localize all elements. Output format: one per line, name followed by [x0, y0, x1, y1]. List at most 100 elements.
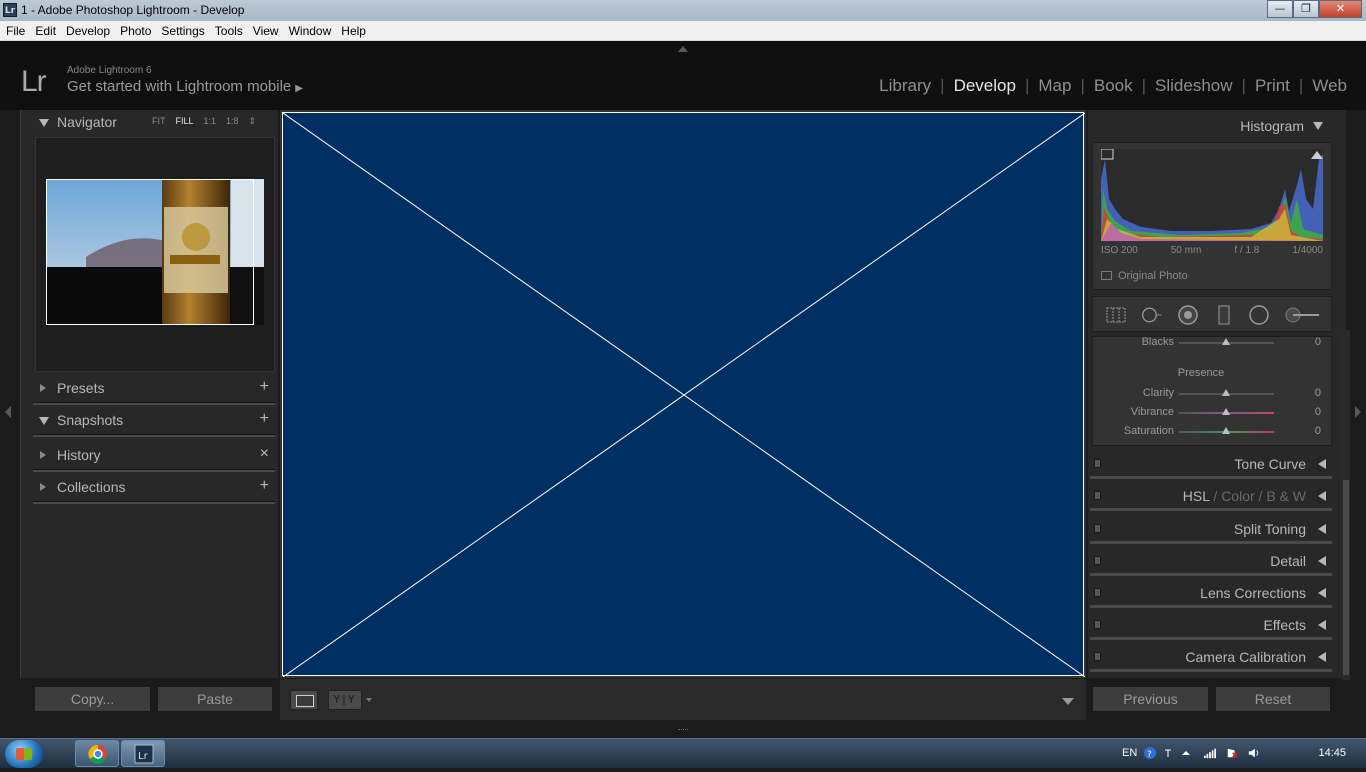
collections-header[interactable]: Collections + — [21, 475, 279, 501]
maximize-button[interactable]: ❐ — [1293, 0, 1319, 18]
taskbar-clock[interactable]: 14:45 — [1318, 747, 1346, 759]
effects-panel-header[interactable]: Effects — [1090, 610, 1332, 640]
clarity-slider-handle[interactable] — [1222, 389, 1230, 396]
hsl-panel-header[interactable]: HSL / Color / B & W — [1090, 481, 1332, 511]
scrollbar-thumb[interactable] — [1343, 480, 1349, 675]
panel-toggle-switch-icon[interactable] — [1094, 524, 1101, 533]
module-slideshow[interactable]: Slideshow — [1148, 76, 1240, 96]
saturation-slider-handle[interactable] — [1222, 427, 1230, 434]
blacks-value[interactable]: 0 — [1315, 337, 1321, 348]
detail-panel-header[interactable]: Detail — [1090, 546, 1332, 576]
language-indicator[interactable]: EN — [1122, 747, 1137, 759]
menu-help[interactable]: Help — [335, 21, 370, 40]
history-header[interactable]: History × — [21, 443, 279, 469]
panel-toggle-switch-icon[interactable] — [1094, 620, 1101, 629]
panel-toggle-switch-icon[interactable] — [1094, 652, 1101, 661]
show-hidden-icons-icon[interactable] — [1180, 747, 1192, 759]
taskbar-lightroom-button[interactable]: Lr — [121, 740, 165, 767]
navigator-view-frame[interactable] — [46, 179, 254, 325]
module-book[interactable]: Book — [1087, 76, 1140, 96]
navigator-preview[interactable] — [35, 137, 275, 372]
tab-hsl[interactable]: HSL — [1183, 488, 1210, 504]
camera-calibration-panel-header[interactable]: Camera Calibration — [1090, 642, 1332, 672]
panel-toggle-switch-icon[interactable] — [1094, 491, 1101, 500]
copy-settings-button[interactable]: Copy... — [34, 686, 151, 712]
saturation-value[interactable]: 0 — [1315, 425, 1321, 437]
tone-curve-panel-header[interactable]: Tone Curve — [1090, 449, 1332, 479]
radial-filter-icon[interactable] — [1248, 304, 1270, 326]
tab-color[interactable]: Color — [1221, 488, 1254, 504]
toolbar-content-menu-icon[interactable] — [1062, 698, 1074, 705]
module-print[interactable]: Print — [1248, 76, 1297, 96]
paste-settings-button[interactable]: Paste — [157, 686, 273, 712]
split-toning-panel-header[interactable]: Split Toning — [1090, 514, 1332, 544]
panel-toggle-switch-icon[interactable] — [1094, 459, 1101, 468]
module-develop[interactable]: Develop — [947, 76, 1023, 96]
action-center-icon[interactable] — [1226, 747, 1238, 759]
histogram-graph[interactable] — [1101, 149, 1323, 241]
panel-toggle-switch-icon[interactable] — [1094, 556, 1101, 565]
vibrance-value[interactable]: 0 — [1315, 406, 1321, 418]
module-library[interactable]: Library — [872, 76, 938, 96]
windows-start-button[interactable] — [5, 740, 43, 768]
add-preset-icon[interactable]: + — [260, 378, 269, 396]
presets-header[interactable]: Presets + — [21, 376, 279, 402]
module-separator: | — [1080, 76, 1085, 95]
tab-bw[interactable]: B & W — [1266, 488, 1306, 504]
menu-edit[interactable]: Edit — [29, 21, 60, 40]
module-web[interactable]: Web — [1305, 76, 1354, 96]
taskbar-chrome-button[interactable] — [75, 740, 119, 767]
zoom-fill[interactable]: FILL — [176, 116, 194, 127]
crop-overlay-icon[interactable] — [1105, 304, 1127, 326]
lightroom-mobile-link[interactable]: Get started with Lightroom mobile ▶ — [67, 78, 303, 95]
loupe-view-button[interactable] — [290, 690, 318, 710]
menu-photo[interactable]: Photo — [114, 21, 155, 40]
menu-window[interactable]: Window — [283, 21, 336, 40]
collapse-right-panel-icon[interactable] — [1355, 406, 1361, 418]
help-icon[interactable]: ? — [1144, 747, 1156, 759]
previous-button[interactable]: Previous — [1092, 686, 1209, 712]
lightroom-taskbar-icon: Lr — [134, 744, 154, 764]
zoom-1-8[interactable]: 1:8 — [226, 116, 239, 127]
network-signal-icon[interactable] — [1204, 747, 1216, 759]
close-button[interactable]: ✕ — [1319, 0, 1362, 18]
menu-settings[interactable]: Settings — [155, 21, 208, 40]
original-photo-toggle[interactable]: Original Photo — [1101, 270, 1188, 282]
menu-view[interactable]: View — [247, 21, 283, 40]
before-after-button[interactable]: Y|Y — [328, 690, 362, 710]
tray-options-icon[interactable] — [1162, 747, 1174, 759]
minimize-button[interactable]: — — [1267, 0, 1293, 18]
histogram-header[interactable]: Histogram — [1088, 110, 1334, 140]
reset-button[interactable]: Reset — [1215, 686, 1331, 712]
add-collection-icon[interactable]: + — [260, 477, 269, 495]
snapshots-header[interactable]: Snapshots + — [21, 408, 279, 434]
volume-icon[interactable] — [1248, 747, 1260, 759]
zoom-spinner-icon[interactable]: ⇕ — [249, 116, 257, 127]
add-snapshot-icon[interactable]: + — [260, 410, 269, 428]
spot-removal-icon[interactable] — [1141, 304, 1163, 326]
vibrance-slider-handle[interactable] — [1222, 408, 1230, 415]
right-panel-scrollbar[interactable] — [1342, 330, 1350, 680]
clear-history-icon[interactable]: × — [260, 445, 269, 463]
graduated-filter-icon[interactable] — [1213, 304, 1235, 326]
lens-corrections-panel-header[interactable]: Lens Corrections — [1090, 578, 1332, 608]
panel-toggle-switch-icon[interactable] — [1094, 588, 1101, 597]
before-after-dropdown-icon[interactable] — [366, 698, 372, 702]
menu-tools[interactable]: Tools — [209, 21, 247, 40]
collapse-filmstrip-icon[interactable] — [678, 726, 688, 730]
clarity-value[interactable]: 0 — [1315, 387, 1321, 399]
collapse-left-panel-icon[interactable] — [5, 406, 11, 418]
adjustment-brush-icon[interactable] — [1283, 304, 1323, 326]
left-edge — [0, 110, 18, 722]
original-photo-checkbox[interactable] — [1101, 271, 1112, 280]
menu-develop[interactable]: Develop — [60, 21, 114, 40]
blacks-slider-handle[interactable] — [1222, 338, 1230, 345]
red-eye-icon[interactable] — [1177, 304, 1199, 326]
zoom-fit[interactable]: FIT — [152, 116, 166, 127]
zoom-1-1[interactable]: 1:1 — [204, 116, 217, 127]
main-image-canvas[interactable] — [282, 112, 1086, 678]
collapse-top-panel-icon[interactable] — [678, 46, 688, 52]
module-map[interactable]: Map — [1031, 76, 1078, 96]
menu-file[interactable]: File — [0, 21, 29, 40]
navigator-header[interactable]: Navigator FIT FILL 1:1 1:8 ⇕ — [21, 110, 279, 136]
